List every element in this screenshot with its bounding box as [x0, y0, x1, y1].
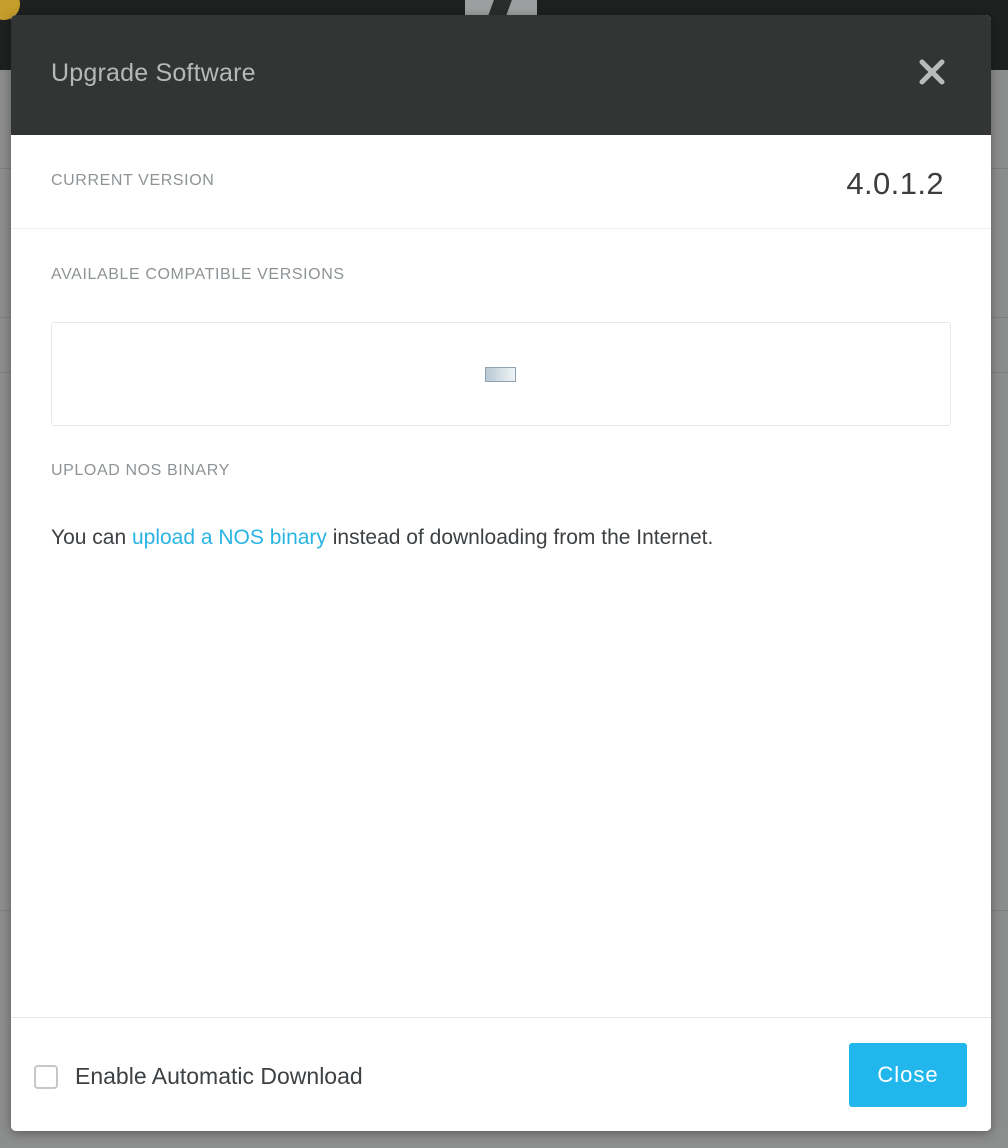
upload-text-prefix: You can: [51, 526, 132, 549]
dialog-title: Upgrade Software: [51, 59, 256, 87]
close-button[interactable]: Close: [849, 1043, 967, 1107]
available-versions-list: [51, 322, 951, 426]
upload-text-suffix: instead of downloading from the Internet…: [326, 526, 714, 549]
current-version-value: 4.0.1.2: [846, 166, 944, 201]
loading-icon: [485, 367, 516, 382]
available-versions-label: AVAILABLE COMPATIBLE VERSIONS: [51, 266, 345, 283]
checkbox-icon[interactable]: [34, 1064, 58, 1089]
dialog-footer: Enable Automatic Download Close: [11, 1017, 991, 1131]
checkbox-label: Enable Automatic Download: [75, 1063, 363, 1089]
enable-automatic-download-checkbox[interactable]: Enable Automatic Download: [34, 1063, 363, 1090]
upgrade-software-dialog: Upgrade Software CURRENT VERSION 4.0.1.2…: [11, 15, 991, 1131]
upload-binary-text: You can upload a NOS binary instead of d…: [51, 526, 713, 550]
upload-binary-link[interactable]: upload a NOS binary: [132, 526, 327, 549]
close-icon[interactable]: [911, 51, 953, 93]
current-version-label: CURRENT VERSION: [51, 172, 215, 189]
upload-binary-label: UPLOAD NOS BINARY: [51, 462, 230, 479]
dialog-header: Upgrade Software: [11, 15, 991, 135]
